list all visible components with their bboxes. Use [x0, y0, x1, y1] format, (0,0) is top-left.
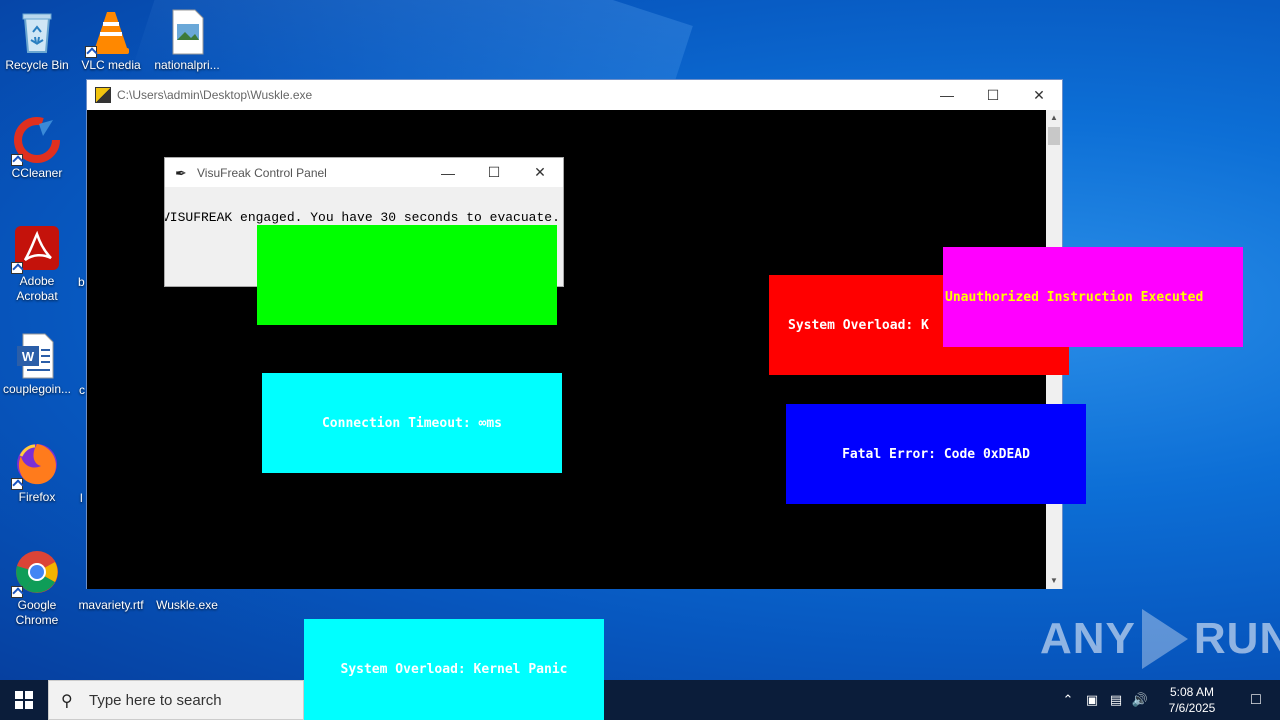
minimize-button[interactable]: — — [425, 158, 471, 187]
close-icon: ✕ — [534, 164, 546, 180]
notification-icon[interactable]: □ — [1232, 691, 1280, 709]
desktop: Recycle Bin CCleaner Adobe Acrobat W cou… — [0, 0, 1280, 680]
alert-text: System Overload: K — [788, 317, 929, 333]
play-logo-icon — [1141, 609, 1188, 669]
system-tray: ⌃ ▣ ▤ 🔊 5:08 AM 7/6/2025 □ — [1056, 680, 1280, 720]
shortcut-arrow-icon — [11, 478, 23, 490]
image-file-icon — [163, 8, 211, 56]
windows-logo-icon — [15, 691, 33, 709]
console-title-bar[interactable]: C:\Users\admin\Desktop\Wuskle.exe — ☐ ✕ — [87, 80, 1062, 110]
recycle-bin-icon — [13, 8, 61, 56]
maximize-icon: ☐ — [986, 86, 1000, 103]
speaker-icon[interactable]: 🔊 — [1128, 692, 1152, 708]
desktop-icon-label: Firefox — [18, 490, 56, 504]
scroll-up-arrow-icon[interactable]: ▲ — [1046, 110, 1062, 126]
maximize-button[interactable]: ☐ — [970, 80, 1016, 110]
taskbar: ⚲ Type here to search ⌃ ▣ ▤ 🔊 5:08 AM 7/… — [0, 680, 1280, 720]
desktop-icon-nationalpri[interactable]: nationalpri... — [149, 8, 225, 73]
taskbar-search-box[interactable]: ⚲ Type here to search — [48, 680, 304, 720]
desktop-icon-label: CCleaner — [11, 166, 63, 180]
desktop-icon-label-partial: b — [78, 275, 85, 289]
scroll-thumb[interactable] — [1048, 127, 1060, 145]
clock-time: 5:08 AM — [1169, 685, 1215, 699]
minimize-button[interactable]: — — [924, 80, 970, 110]
alert-popup-magenta: Unauthorized Instruction Executed — [943, 247, 1243, 347]
alert-popup-green — [257, 225, 557, 325]
search-icon: ⚲ — [61, 693, 73, 710]
alert-popup-cyan: Connection Timeout: ∞ms — [262, 373, 562, 473]
search-placeholder: Type here to search — [89, 691, 222, 709]
ccleaner-icon — [11, 116, 61, 166]
alert-popup-cyan: System Overload: Kernel Panic — [304, 619, 604, 720]
alert-text: System Overload: Kernel Panic — [340, 662, 568, 677]
alert-popup-blue: Fatal Error: Code 0xDEAD — [786, 404, 1086, 504]
desktop-icon-label-partial: c — [79, 383, 85, 397]
taskbar-clock[interactable]: 5:08 AM 7/6/2025 — [1152, 684, 1232, 716]
vlc-icon — [85, 8, 135, 58]
maximize-icon: ☐ — [487, 164, 501, 180]
desktop-icon-label: Recycle Bin — [5, 58, 69, 72]
desktop-icon-label-partial: l — [80, 491, 83, 505]
desktop-icon-label: nationalpri... — [154, 58, 220, 72]
alert-text: Unauthorized Instruction Executed — [945, 289, 1204, 305]
alert-text: Connection Timeout: ∞ms — [321, 415, 502, 431]
watermark-text-right: RUN — [1193, 614, 1280, 663]
word-doc-icon: W — [13, 332, 61, 380]
svg-text:W: W — [22, 349, 35, 364]
control-panel-title-bar[interactable]: ✒ VisuFreak Control Panel — ☐ ✕ — [165, 158, 563, 187]
chrome-icon — [11, 548, 61, 598]
control-panel-message: VISUFREAK engaged. You have 30 seconds t… — [164, 210, 560, 225]
desktop-icon-google-chrome[interactable]: Google Chrome — [0, 548, 75, 628]
clock-date: 7/6/2025 — [1168, 701, 1216, 715]
ethernet-icon[interactable]: ▤ — [1104, 692, 1128, 708]
desktop-icon-label: mavariety.rtf — [78, 598, 144, 612]
desktop-icon-vlc[interactable]: VLC media — [73, 8, 149, 73]
anyrun-watermark: ANY RUN — [1040, 606, 1280, 672]
acrobat-icon — [11, 224, 61, 274]
desktop-icon-recycle-bin[interactable]: Recycle Bin — [0, 8, 75, 73]
desktop-icon-adobe-acrobat[interactable]: Adobe Acrobat — [0, 224, 75, 304]
shortcut-arrow-icon — [11, 262, 23, 274]
watermark-text-left: ANY — [1040, 614, 1136, 663]
network-icon[interactable]: ▣ — [1080, 692, 1104, 708]
desktop-icon-label: VLC media — [81, 58, 141, 72]
close-button[interactable]: ✕ — [517, 158, 563, 187]
close-icon: ✕ — [1033, 86, 1045, 103]
minimize-icon: — — [940, 87, 954, 103]
scroll-down-arrow-icon[interactable]: ▼ — [1046, 573, 1062, 589]
maximize-button[interactable]: ☐ — [471, 158, 517, 187]
console-title: C:\Users\admin\Desktop\Wuskle.exe — [117, 88, 313, 102]
console-app-icon — [95, 87, 111, 103]
firefox-icon — [11, 440, 61, 490]
desktop-icon-label: Adobe Acrobat — [16, 274, 58, 303]
minimize-icon: — — [441, 164, 455, 181]
desktop-icon-label: couplegoin... — [2, 382, 72, 396]
desktop-icon-couplegoin[interactable]: W couplegoin... — [0, 332, 75, 397]
desktop-icon-label: Wuskle.exe — [156, 598, 218, 612]
close-button[interactable]: ✕ — [1016, 80, 1062, 110]
alert-text: Fatal Error: Code 0xDEAD — [842, 446, 1030, 462]
desktop-icon-label: Google Chrome — [15, 598, 59, 627]
shortcut-arrow-icon — [11, 586, 23, 598]
start-button[interactable] — [0, 680, 48, 720]
shortcut-arrow-icon — [11, 154, 23, 166]
control-panel-title: VisuFreak Control Panel — [197, 165, 327, 180]
desktop-icon-firefox[interactable]: Firefox — [0, 440, 75, 505]
shortcut-arrow-icon — [85, 46, 97, 58]
chevron-up-icon[interactable]: ⌃ — [1056, 692, 1080, 708]
feather-icon: ✒ — [175, 164, 187, 181]
desktop-icon-ccleaner[interactable]: CCleaner — [0, 116, 75, 181]
